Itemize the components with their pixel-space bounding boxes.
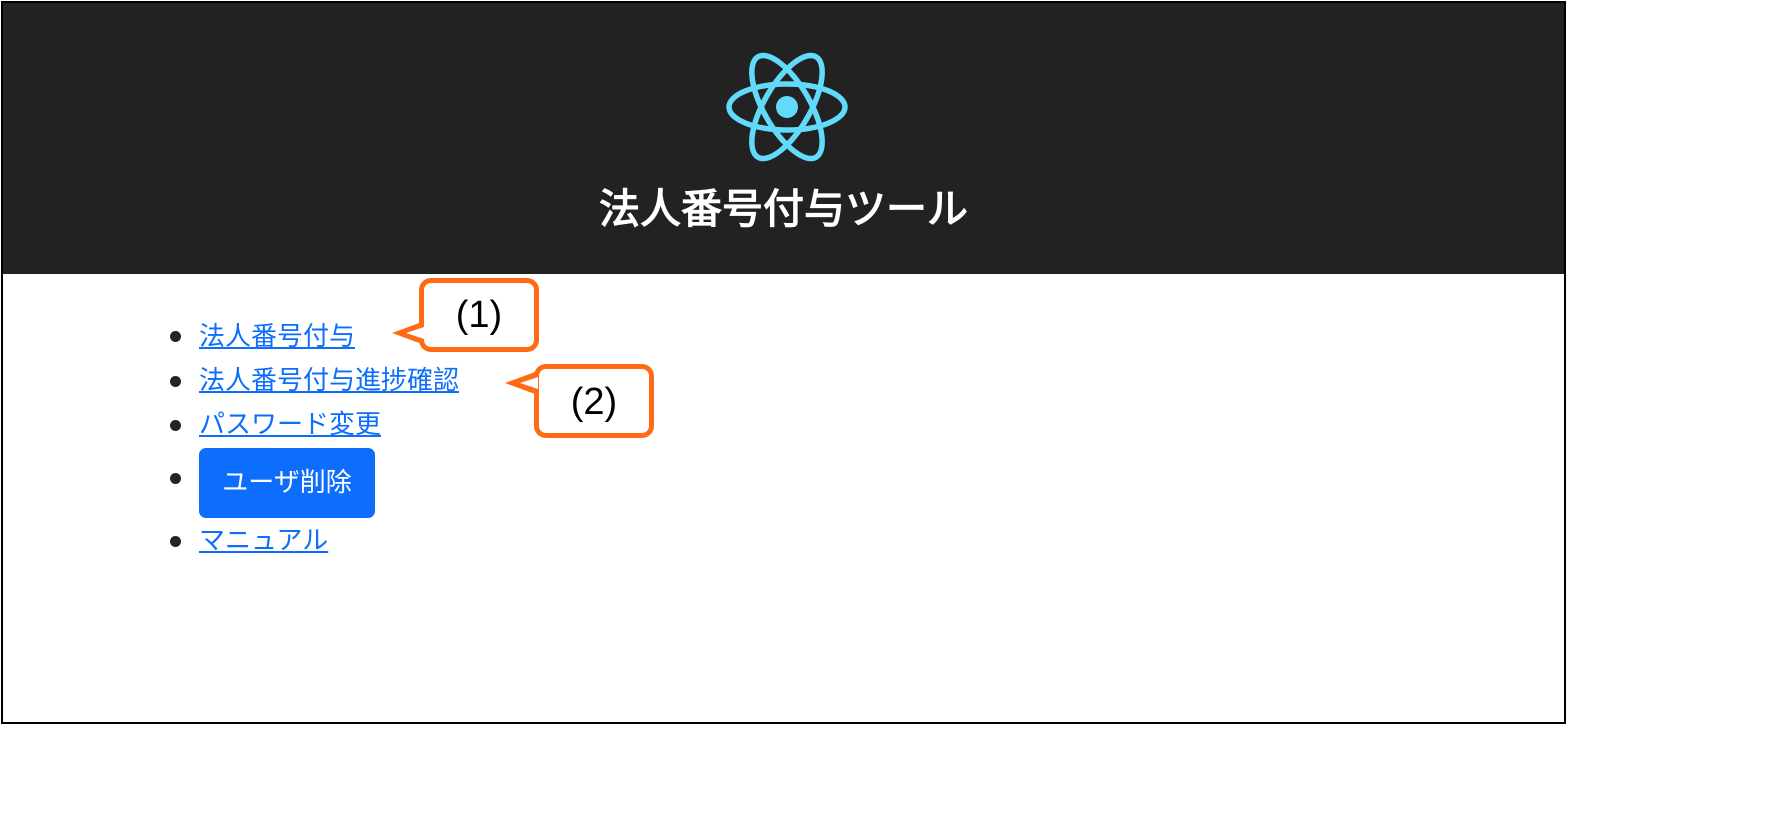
annotation-callout-2: (2) (534, 364, 654, 438)
app-header: 法人番号付与ツール (3, 3, 1564, 274)
app-window: 法人番号付与ツール 法人番号付与 法人番号付与進捗確認 パスワード変更 ユーザ削… (1, 1, 1566, 724)
bullet (170, 331, 181, 342)
bullet (170, 536, 181, 547)
annotation-callout-1: (1) (419, 278, 539, 352)
link-password-change[interactable]: パスワード変更 (199, 408, 381, 442)
callout-pointer-fill (520, 377, 538, 389)
link-assignment-progress-check[interactable]: 法人番号付与進捗確認 (199, 364, 459, 398)
page-title: 法人番号付与ツール (599, 185, 968, 233)
link-corporate-number-assignment[interactable]: 法人番号付与 (199, 320, 355, 354)
main-menu: 法人番号付与 法人番号付与進捗確認 パスワード変更 ユーザ削除 マニュアル (1… (3, 274, 1564, 724)
delete-user-button[interactable]: ユーザ削除 (199, 448, 375, 518)
bullet (170, 473, 181, 484)
callout-pointer-fill (406, 327, 424, 339)
bullet (170, 420, 181, 431)
bullet (170, 376, 181, 387)
react-atom-icon (726, 52, 848, 162)
link-manual[interactable]: マニュアル (199, 524, 328, 558)
